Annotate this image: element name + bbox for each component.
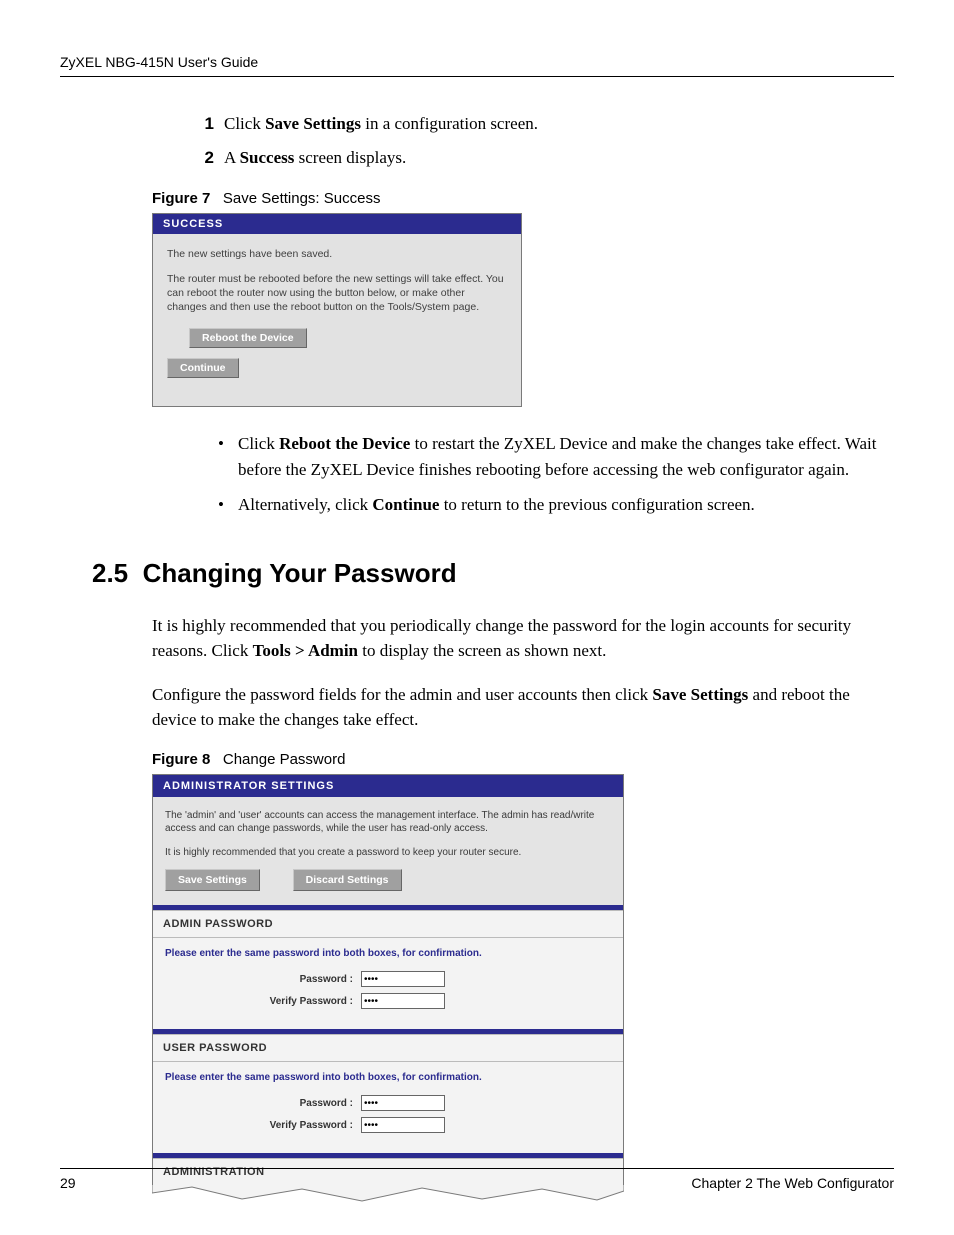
saved-message: The new settings have been saved. — [167, 248, 507, 260]
ordered-steps: 1 Click Save Settings in a configuration… — [200, 111, 894, 172]
bullet-text: Alternatively, click Continue to return … — [238, 492, 755, 518]
bullet-item: • Click Reboot the Device to restart the… — [218, 431, 894, 482]
success-titlebar: SUCCESS — [153, 214, 521, 234]
admin-settings-titlebar: ADMINISTRATOR SETTINGS — [153, 775, 623, 797]
step-number: 1 — [200, 111, 214, 137]
figure8-caption: Figure 8 Change Password — [152, 751, 894, 768]
bullet-mark: • — [218, 492, 228, 518]
step-1: 1 Click Save Settings in a configuration… — [200, 111, 894, 137]
step-text: Click Save Settings in a configuration s… — [224, 111, 538, 137]
intro-text-1: The 'admin' and 'user' accounts can acce… — [165, 809, 611, 836]
figure8-panel: ADMINISTRATOR SETTINGS The 'admin' and '… — [152, 774, 624, 1186]
figure7-caption: Figure 7 Save Settings: Success — [152, 190, 894, 207]
verify-password-label: Verify Password : — [165, 1120, 361, 1131]
page-number: 29 — [60, 1175, 76, 1191]
bullet-item: • Alternatively, click Continue to retur… — [218, 492, 894, 518]
user-password-header: USER PASSWORD — [153, 1034, 623, 1062]
section-heading: 2.5 Changing Your Password — [92, 558, 894, 589]
running-header: ZyXEL NBG-415N User's Guide — [60, 54, 894, 77]
user-verify-password-input[interactable] — [361, 1117, 445, 1133]
figure7-panel: SUCCESS The new settings have been saved… — [152, 213, 522, 408]
confirm-prompt: Please enter the same password into both… — [165, 1072, 611, 1083]
continue-button[interactable]: Continue — [167, 358, 239, 378]
paragraph: Configure the password fields for the ad… — [152, 682, 894, 733]
step-2: 2 A Success screen displays. — [200, 145, 894, 171]
user-password-input[interactable] — [361, 1095, 445, 1111]
bullet-mark: • — [218, 431, 228, 482]
paragraph: It is highly recommended that you period… — [152, 613, 894, 664]
page-footer: 29 Chapter 2 The Web Configurator — [60, 1168, 894, 1191]
step-text: A Success screen displays. — [224, 145, 406, 171]
step-number: 2 — [200, 145, 214, 171]
confirm-prompt: Please enter the same password into both… — [165, 948, 611, 959]
chapter-label: Chapter 2 The Web Configurator — [691, 1175, 894, 1191]
bullet-text: Click Reboot the Device to restart the Z… — [238, 431, 894, 482]
password-label: Password : — [165, 1098, 361, 1109]
reboot-device-button[interactable]: Reboot the Device — [189, 328, 307, 348]
admin-password-header: ADMIN PASSWORD — [153, 910, 623, 938]
post-figure-bullets: • Click Reboot the Device to restart the… — [218, 431, 894, 518]
password-label: Password : — [165, 974, 361, 985]
admin-password-input[interactable] — [361, 971, 445, 987]
reboot-message: The router must be rebooted before the n… — [167, 272, 507, 315]
discard-settings-button[interactable]: Discard Settings — [293, 869, 402, 891]
save-settings-button[interactable]: Save Settings — [165, 869, 260, 891]
verify-password-label: Verify Password : — [165, 996, 361, 1007]
intro-text-2: It is highly recommended that you create… — [165, 846, 611, 860]
admin-verify-password-input[interactable] — [361, 993, 445, 1009]
